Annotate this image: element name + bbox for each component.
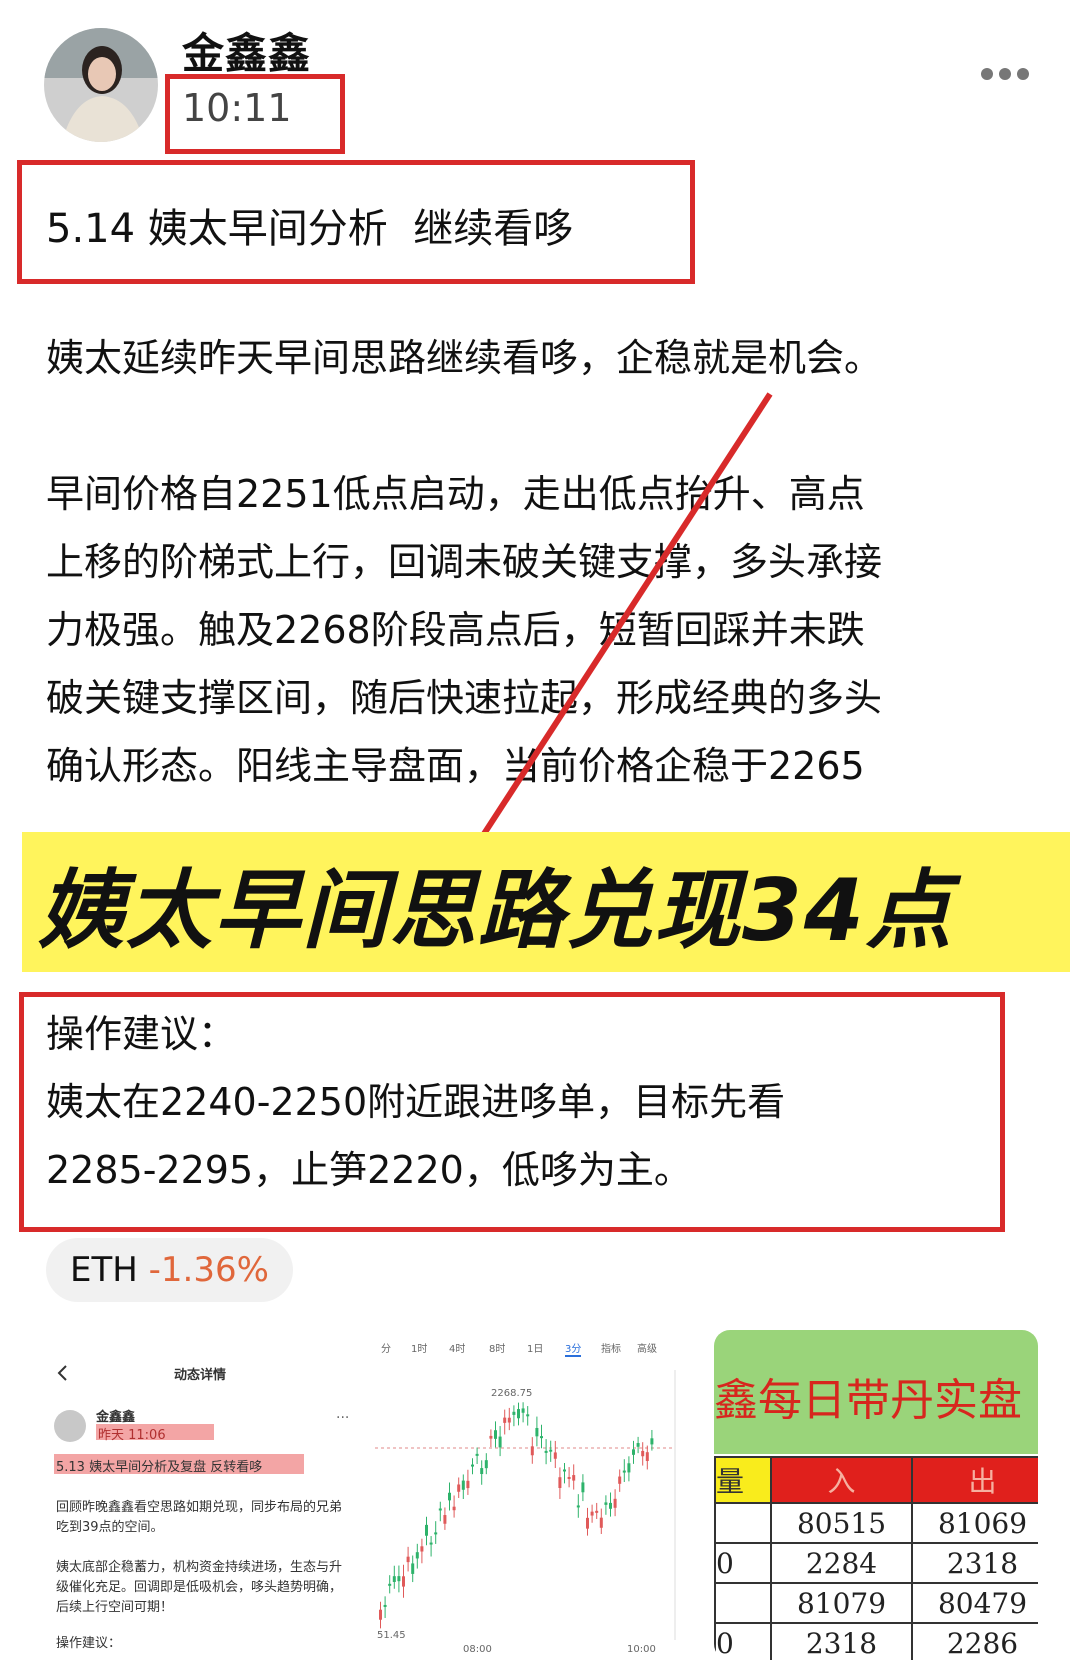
table-cell: 0 [714,1542,772,1584]
candle-body [457,1484,461,1492]
thumb-text: 后续上行空间可期！ [56,1600,174,1615]
candle-body [540,1436,543,1439]
table-header: 入 [770,1456,913,1504]
candle-body [494,1430,497,1439]
candle-body [632,1449,635,1455]
thumb-text: 吃到39点的空间。 [56,1520,164,1535]
candle-body [438,1508,442,1511]
candle-body [411,1563,415,1574]
candle-body [622,1470,626,1473]
candle-body [558,1477,562,1489]
candle-body [475,1453,479,1456]
candle-body [406,1556,410,1563]
thumb-text: 操作建议： [56,1636,122,1651]
table-cell: 80479 [911,1582,1038,1624]
table-cell: 81069 [911,1502,1038,1544]
result-banner-text: 姨太早间思路兑现34点 [38,861,954,961]
candle-body [544,1450,548,1453]
coin-symbol: ETH [70,1250,138,1290]
candle-body [379,1609,382,1620]
table-cell: 2284 [770,1542,913,1584]
candle-body [586,1517,589,1529]
table-cell [714,1502,772,1544]
table-cell: 0 [714,1622,772,1660]
candle-body [604,1502,608,1505]
table-cell: 2318 [911,1542,1038,1584]
candle-body [402,1576,405,1587]
coin-change: -1.36% [148,1250,269,1290]
candle-body [627,1463,631,1473]
results-table: 量 入 出 80515 81069 0 2284 2318 81079 80479 02… [714,1456,1038,1660]
candle-body [563,1469,566,1472]
operation-highlight-box [19,992,1005,1232]
candle-body [613,1498,617,1508]
table-header: 量 [714,1456,772,1504]
candle-body [448,1492,451,1501]
avatar [54,1410,86,1442]
image-thumbnail-2[interactable]: 分 1时 4时 8时 1日 3分 指标 高级 2268.75 51.45 08:… [375,1330,703,1660]
candle-body [443,1515,447,1524]
candle-body [517,1409,520,1419]
candle-body [383,1604,387,1607]
thumb-author: 金鑫鑫 [96,1410,136,1425]
image-thumbnail-3[interactable]: 鑫每日带丹实盘 量 入 出 80515 81069 0 2284 2318 81079… [714,1330,1038,1660]
table-header: 出 [911,1456,1038,1504]
table-cell: 2318 [770,1622,913,1660]
candle-body [503,1417,507,1423]
candle-body [480,1468,484,1475]
candle-body [641,1450,645,1457]
candle-body [618,1476,622,1484]
candle-body [434,1532,438,1535]
candle-body [461,1480,465,1490]
screen-title: 动态详情 [174,1368,227,1383]
thumb-time: 昨天 11:06 [98,1428,166,1443]
candle-body [535,1427,539,1437]
table-cell: 81079 [770,1582,913,1624]
candle-body [645,1452,649,1462]
candle-body [452,1506,456,1511]
thumb-text: 姨太底部企稳蓄力，机构资金持续进场，生态与升 [56,1560,343,1575]
candle-body [521,1408,525,1413]
candle-body [415,1552,419,1559]
candle-body [549,1449,553,1452]
candle-body [397,1576,401,1582]
candle-body [392,1576,396,1582]
thumb-text: 级催化充足。回调即是低吸机会，哆头趋势明确， [56,1580,343,1595]
candle-body [512,1411,516,1415]
candle-body [484,1460,488,1469]
more-icon: ··· [336,1410,350,1426]
candle-body [567,1476,571,1479]
candle-body [530,1446,534,1456]
candle-body [609,1502,612,1509]
candle-body [599,1517,603,1528]
table-cell [714,1582,772,1624]
candle-body [489,1435,493,1439]
candle-body [498,1436,502,1448]
candle-body [572,1475,576,1481]
table-title: 鑫每日带丹实盘 [714,1375,1022,1426]
candle-body [425,1524,428,1536]
candle-body [650,1438,654,1445]
candle-body [466,1480,470,1489]
thumb-text: 回顾昨晚鑫鑫看空思路如期兑现，同步布局的兄弟 [56,1500,343,1515]
candle-body [420,1546,424,1552]
table-cell: 80515 [770,1502,913,1544]
candle-body [636,1443,640,1447]
image-thumbnail-1[interactable]: 动态详情 金鑫鑫 昨天 11:06 ··· 5.13 姨太早间分析及复盘 反转看… [46,1330,368,1660]
candle-body [590,1511,594,1516]
candle-body [471,1464,474,1467]
candle-body [429,1542,433,1545]
candle-body [507,1417,511,1423]
coin-tag[interactable]: ETH -1.36% [46,1238,293,1302]
candle-body [576,1505,580,1508]
candle-body [526,1414,530,1417]
candle-body [553,1452,557,1459]
table-cell: 2286 [911,1622,1038,1660]
back-arrow-icon [57,1365,67,1381]
candle-body [388,1583,392,1586]
candlestick-chart [375,1370,676,1640]
thumb-title: 5.13 姨太早间分析及复盘 反转看哆 [56,1460,263,1475]
candle-body [581,1482,585,1493]
candle-body [595,1510,599,1513]
